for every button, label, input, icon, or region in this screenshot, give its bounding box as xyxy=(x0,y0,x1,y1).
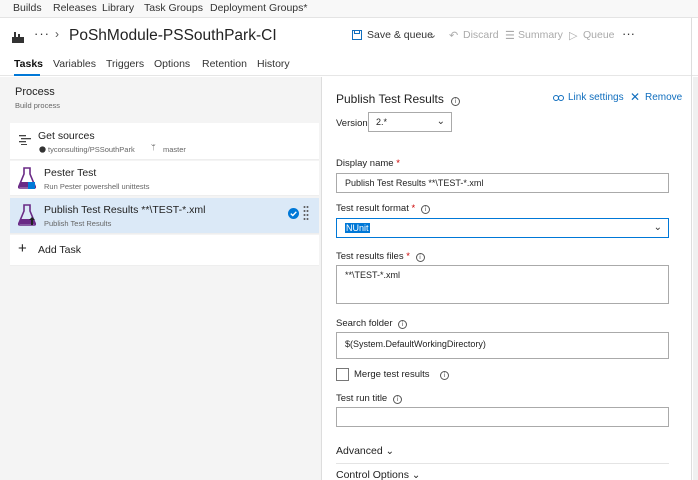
task-name: Pester Test xyxy=(44,167,97,179)
task-branch: master xyxy=(163,145,186,154)
task-subtitle: Publish Test Results xyxy=(44,219,112,228)
summary-button[interactable]: Summary xyxy=(518,29,563,41)
right-border xyxy=(691,18,692,480)
summary-icon: ☰ xyxy=(505,30,515,42)
process-title: Process xyxy=(15,86,55,98)
chevron-down-icon[interactable]: ⌄ xyxy=(428,28,437,41)
section-divider xyxy=(336,463,669,464)
task-list-panel: Process Build process Get sources tycons… xyxy=(0,77,322,480)
task-repo: tyconsulting/PSSouthPark xyxy=(48,145,135,154)
test-results-files-label-text: Test results files xyxy=(336,251,404,262)
discard-button[interactable]: Discard xyxy=(463,29,499,41)
search-folder-label-text: Search folder xyxy=(336,318,393,329)
display-name-input[interactable]: Publish Test Results **\TEST-*.xml xyxy=(336,173,669,193)
test-run-title-label: Test run title i xyxy=(336,393,402,404)
queue-button[interactable]: Queue xyxy=(583,29,615,41)
tab-history[interactable]: History xyxy=(257,58,290,70)
flask-icon xyxy=(18,167,36,189)
top-nav: Builds Releases Library Task Groups Depl… xyxy=(0,0,698,18)
merge-test-results-label: Merge test results i xyxy=(354,369,450,380)
test-results-files-label: Test results files * i xyxy=(336,251,425,262)
process-header[interactable]: Process Build process xyxy=(0,81,322,115)
tab-triggers[interactable]: Triggers xyxy=(106,58,144,70)
link-settings-button[interactable]: Link settings xyxy=(568,92,624,103)
search-folder-label: Search folder i xyxy=(336,318,408,329)
chevron-down-icon: ⌄ xyxy=(436,116,445,127)
version-select[interactable]: 2.* ⌄ xyxy=(368,112,452,132)
build-pipeline-icon xyxy=(12,32,24,43)
page-title: PoShModule-PSSouthPark-CI xyxy=(69,27,277,44)
advanced-section[interactable]: Advanced ⌄ xyxy=(336,445,394,457)
test-result-format-label: Test result format * i xyxy=(336,203,430,214)
detail-title-text: Publish Test Results xyxy=(336,92,444,106)
detail-title: Publish Test Results i xyxy=(336,92,461,106)
info-icon[interactable]: i xyxy=(451,97,461,106)
chevron-down-icon: ⌄ xyxy=(385,446,395,457)
chevron-down-icon: ⌄ xyxy=(653,222,662,233)
process-subtitle: Build process xyxy=(15,101,61,110)
branch-icon: ᛘ xyxy=(151,143,156,152)
search-folder-input[interactable]: $(System.DefaultWorkingDirectory) xyxy=(336,332,669,359)
task-get-sources[interactable]: Get sources tyconsulting/PSSouthPark ᛘ m… xyxy=(10,123,319,160)
add-task-label: Add Task xyxy=(38,244,81,256)
tab-variables[interactable]: Variables xyxy=(53,58,96,70)
advanced-section-label: Advanced xyxy=(336,445,383,457)
version-value: 2.* xyxy=(376,117,388,127)
close-icon: ✕ xyxy=(630,90,641,104)
test-run-title-input[interactable] xyxy=(336,407,669,427)
test-results-files-textarea[interactable]: **\TEST-*.xml xyxy=(336,265,669,304)
github-icon xyxy=(39,146,46,153)
task-subtitle: Run Pester powershell unittests xyxy=(44,182,150,191)
remove-button[interactable]: Remove xyxy=(645,92,682,103)
save-queue-button[interactable]: Save & queue xyxy=(367,29,433,41)
control-options-section[interactable]: Control Options ⌄ xyxy=(336,469,420,480)
nav-library[interactable]: Library xyxy=(102,2,134,14)
display-name-label: Display name * xyxy=(336,158,400,169)
nav-task-groups[interactable]: Task Groups xyxy=(144,2,203,14)
enabled-check-icon[interactable] xyxy=(288,208,299,219)
task-pester-test[interactable]: Pester Test Run Pester powershell unitte… xyxy=(10,161,319,196)
task-publish-test-results[interactable]: Publish Test Results **\TEST-*.xml Publi… xyxy=(10,198,319,234)
control-options-section-label: Control Options xyxy=(336,469,409,480)
tab-retention[interactable]: Retention xyxy=(202,58,247,70)
task-detail-panel: Publish Test Results i Link settings ✕ R… xyxy=(323,77,693,480)
merge-test-results-checkbox[interactable] xyxy=(336,368,349,381)
plus-icon: + xyxy=(18,240,27,257)
play-icon: ▷ xyxy=(569,30,578,42)
overflow-menu-icon[interactable]: ··· xyxy=(622,26,635,41)
vertical-scrollbar[interactable] xyxy=(693,77,698,480)
add-task-button[interactable]: + Add Task xyxy=(10,235,319,266)
test-result-format-value: NUnit xyxy=(345,223,370,233)
test-run-title-label-text: Test run title xyxy=(336,393,388,404)
nav-builds[interactable]: Builds xyxy=(13,2,42,14)
nav-deployment-groups[interactable]: Deployment Groups* xyxy=(210,2,307,14)
info-icon[interactable]: i xyxy=(420,205,430,214)
flask-icon xyxy=(18,204,36,226)
tab-tasks[interactable]: Tasks xyxy=(14,58,43,70)
info-icon[interactable]: i xyxy=(398,320,408,329)
get-sources-icon xyxy=(19,135,31,145)
title-bar: ··· › PoShModule-PSSouthPark-CI Save & q… xyxy=(0,18,698,56)
more-actions-icon[interactable]: ··· xyxy=(34,26,50,41)
merge-test-results-label-text: Merge test results xyxy=(354,369,430,380)
test-result-format-label-text: Test result format xyxy=(336,203,409,214)
info-icon[interactable]: i xyxy=(440,371,450,380)
task-name: Get sources xyxy=(38,130,95,142)
link-icon xyxy=(553,95,564,101)
info-icon[interactable]: i xyxy=(392,395,402,404)
nav-releases[interactable]: Releases xyxy=(53,2,97,14)
undo-icon: ↶ xyxy=(449,30,459,42)
display-name-label-text: Display name xyxy=(336,158,394,169)
test-result-format-select[interactable]: NUnit ⌄ xyxy=(336,218,669,238)
info-icon[interactable]: i xyxy=(415,253,425,262)
version-label: Version xyxy=(336,118,368,129)
task-name: Publish Test Results **\TEST-*.xml xyxy=(44,204,206,216)
tab-bar: Tasks Variables Triggers Options Retenti… xyxy=(0,56,698,76)
chevron-down-icon: ⌄ xyxy=(411,470,421,480)
drag-handle-icon[interactable] xyxy=(303,205,309,223)
active-tab-indicator xyxy=(14,74,40,76)
save-icon xyxy=(352,30,362,43)
tab-options[interactable]: Options xyxy=(154,58,190,70)
chevron-right-icon: › xyxy=(55,27,59,41)
